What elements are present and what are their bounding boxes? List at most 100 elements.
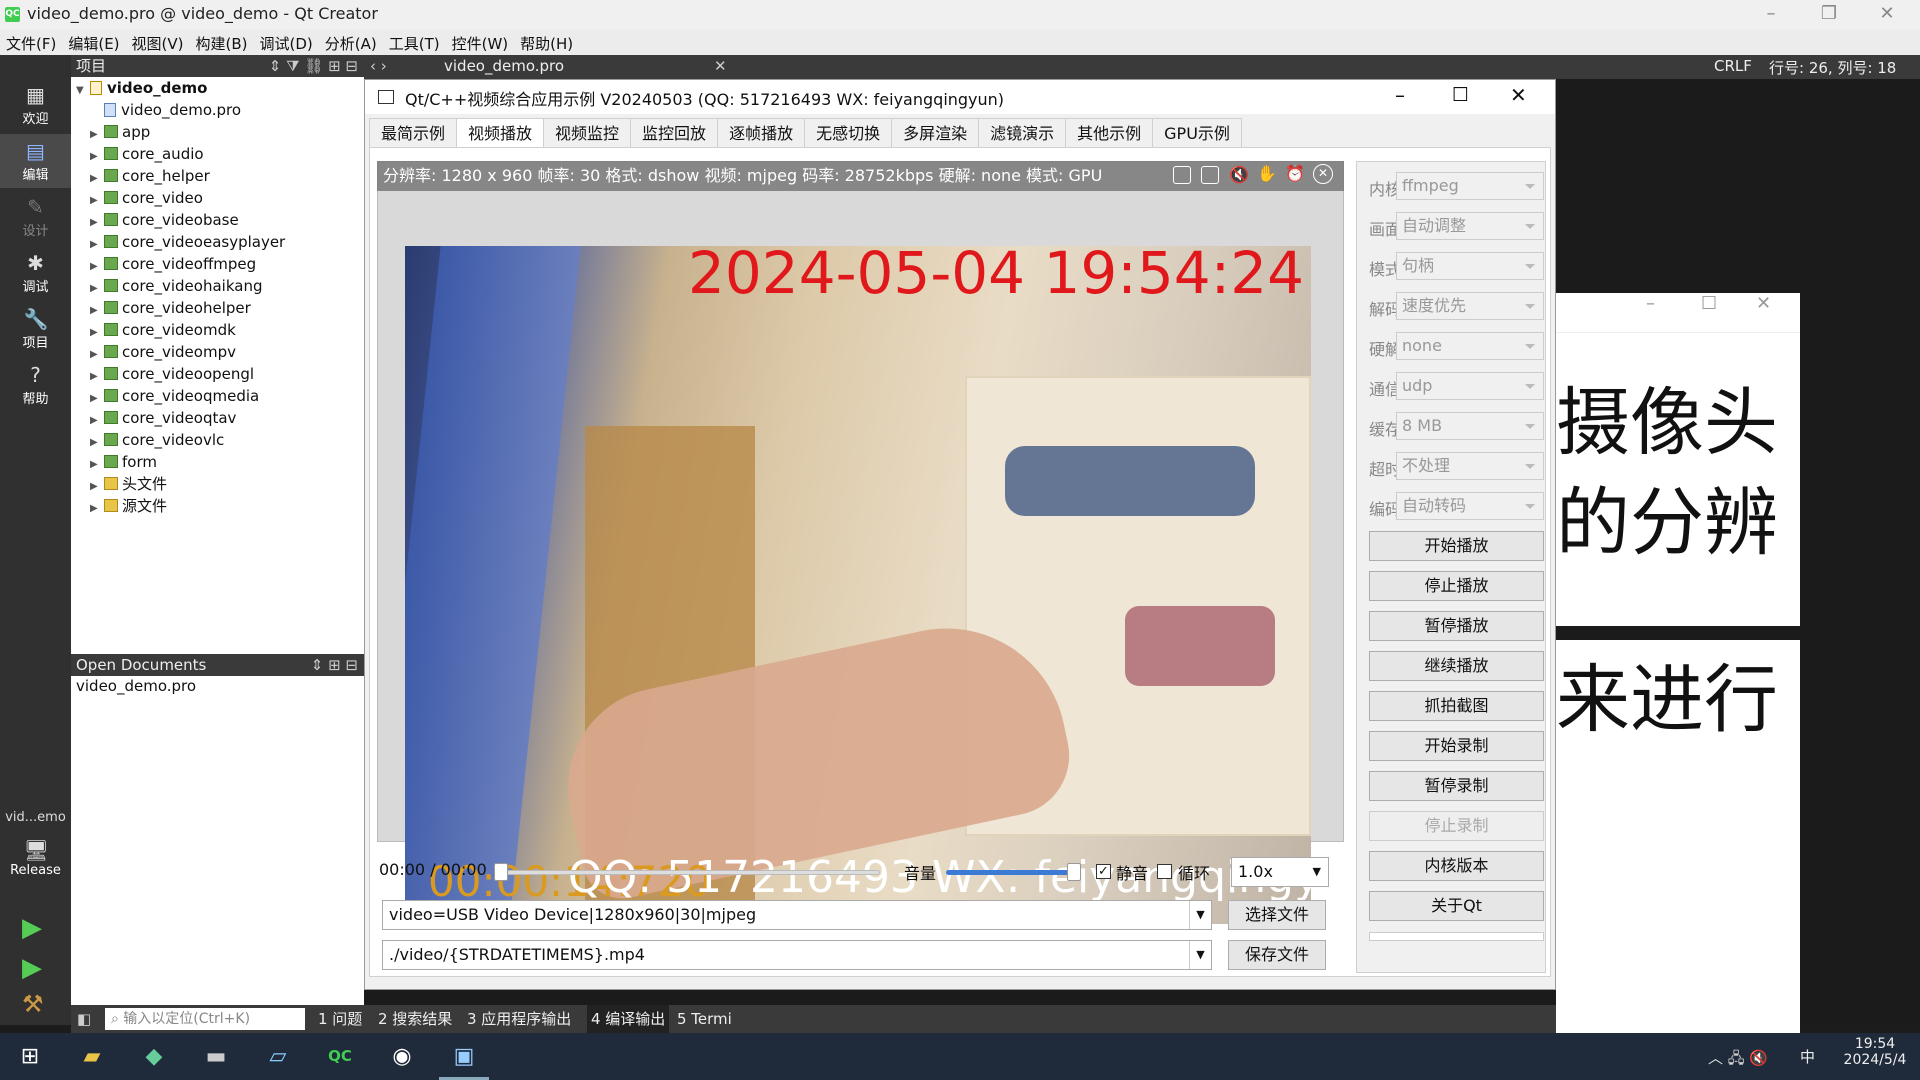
tray-icons[interactable]: ︿ 🖧 🔇: [1708, 1047, 1768, 1073]
menu-build[interactable]: 构建(B): [190, 29, 254, 54]
tree-item[interactable]: ▶ core_video: [76, 187, 364, 209]
progress-handle[interactable]: [494, 863, 508, 881]
menu-help[interactable]: 帮助(H): [514, 29, 579, 54]
tree-item[interactable]: ▶ core_videoopengl: [76, 363, 364, 385]
menu-debug[interactable]: 调试(D): [254, 29, 319, 54]
setting-hw-select[interactable]: none: [1396, 332, 1544, 360]
tab-seamless[interactable]: 无感切换: [804, 118, 893, 147]
doc-maximize-icon[interactable]: ☐: [1701, 293, 1717, 314]
tree-item[interactable]: ▶ form: [76, 451, 364, 473]
ime-indicator[interactable]: 中: [1800, 1046, 1815, 1067]
stop-record-button[interactable]: 停止录制: [1369, 811, 1544, 841]
tab-multi-screen[interactable]: 多屏渲染: [891, 118, 980, 147]
qq-icon[interactable]: ◉: [377, 1033, 427, 1080]
locator-input[interactable]: ⌕ 输入以定位(Ctrl+K): [105, 1008, 305, 1030]
menu-file[interactable]: 文件(F): [0, 29, 62, 54]
build-icon[interactable]: ⚒: [22, 990, 44, 1018]
setting-core-select[interactable]: ffmpeg: [1396, 172, 1544, 200]
line-ending[interactable]: CRLF: [1714, 57, 1752, 75]
pause-record-button[interactable]: 暂停录制: [1369, 771, 1544, 801]
tree-item[interactable]: ▶ core_videoqtav: [76, 407, 364, 429]
nav-back-icon[interactable]: ‹ ›: [370, 57, 387, 75]
run-icon[interactable]: ▶: [22, 913, 42, 943]
setting-timeout-select[interactable]: 不处理: [1396, 452, 1544, 480]
setting-scale-select[interactable]: 自动调整: [1396, 212, 1544, 240]
explorer-icon[interactable]: ▰: [67, 1033, 117, 1080]
tab-other[interactable]: 其他示例: [1065, 118, 1154, 147]
setting-cache-select[interactable]: 8 MB: [1396, 412, 1544, 440]
tab-gpu[interactable]: GPU示例: [1152, 118, 1242, 147]
tab-search-results[interactable]: 2 搜索结果: [378, 1005, 452, 1033]
tree-item[interactable]: ▶ core_videovlc: [76, 429, 364, 451]
tab-compile-output[interactable]: 4 编译输出: [587, 1005, 670, 1033]
tab-video-play[interactable]: 视频播放: [456, 118, 545, 149]
debug-run-icon[interactable]: ▶: [22, 953, 42, 983]
snapshot-icon[interactable]: [1173, 166, 1191, 184]
save-path-input[interactable]: ./video/{STRDATETIMEMS}.mp4 ▼: [382, 940, 1212, 970]
tab-frame-play[interactable]: 逐帧播放: [717, 118, 806, 147]
tree-item[interactable]: ▶ core_videompv: [76, 341, 364, 363]
tree-item[interactable]: ▶ 头文件: [76, 473, 364, 495]
mode-design[interactable]: ✎ 设计: [0, 190, 71, 244]
mode-projects[interactable]: 🔧 项目: [0, 302, 71, 356]
resume-play-button[interactable]: 继续播放: [1369, 651, 1544, 681]
tree-item[interactable]: ▶ core_videoeasyplayer: [76, 231, 364, 253]
tree-item[interactable]: ▶ core_videomdk: [76, 319, 364, 341]
url-input[interactable]: video=USB Video Device|1280x960|30|mjpeg…: [382, 900, 1212, 930]
volume-slider[interactable]: [946, 870, 1073, 875]
clock[interactable]: 19:54 2024/5/4: [1842, 1036, 1908, 1068]
core-version-button[interactable]: 内核版本: [1369, 851, 1544, 881]
pause-play-button[interactable]: 暂停播放: [1369, 611, 1544, 641]
setting-encode-select[interactable]: 自动转码: [1396, 492, 1544, 520]
tab-video-monitor[interactable]: 视频监控: [543, 118, 632, 147]
progress-slider[interactable]: [500, 870, 880, 875]
tree-item[interactable]: ▶ core_videobase: [76, 209, 364, 231]
tab-issues[interactable]: 1 问题: [318, 1005, 362, 1033]
tab-app-output[interactable]: 3 应用程序输出: [467, 1005, 571, 1033]
close-icon[interactable]: ✕: [1858, 0, 1916, 29]
video-widget[interactable]: 2024-05-04 19:54:24 00:00:14:720 QQ: 517…: [377, 161, 1376, 924]
start-record-button[interactable]: 开始录制: [1369, 731, 1544, 761]
tree-item[interactable]: ▶ core_helper: [76, 165, 364, 187]
tree-item[interactable]: ▶ core_videohelper: [76, 297, 364, 319]
mode-edit[interactable]: ▤ 编辑: [0, 134, 71, 188]
tree-item[interactable]: ▶ 源文件: [76, 495, 364, 517]
tree-item[interactable]: ▶ app: [76, 121, 364, 143]
mode-help[interactable]: ? 帮助: [0, 358, 71, 412]
close-doc-icon[interactable]: ✕: [714, 57, 727, 75]
start-icon[interactable]: ⊞: [5, 1033, 55, 1080]
tree-item[interactable]: ▶ core_videohaikang: [76, 275, 364, 297]
stop-play-button[interactable]: 停止播放: [1369, 571, 1544, 601]
menu-widgets[interactable]: 控件(W): [446, 29, 515, 54]
toggle-sidebar-icon[interactable]: ◧: [77, 1005, 91, 1033]
snapshot-button[interactable]: 抓拍截图: [1369, 691, 1544, 721]
close-video-icon[interactable]: ✕: [1313, 164, 1333, 184]
about-qt-button[interactable]: 关于Qt: [1369, 891, 1544, 921]
setting-decode-select[interactable]: 速度优先: [1396, 292, 1544, 320]
start-play-button[interactable]: 开始播放: [1369, 531, 1544, 561]
setting-mode-select[interactable]: 句柄: [1396, 252, 1544, 280]
menu-edit[interactable]: 编辑(E): [62, 29, 125, 54]
terminal-icon[interactable]: ▬: [191, 1033, 241, 1080]
speed-select[interactable]: 1.0x ▼: [1231, 857, 1329, 887]
menu-analyze[interactable]: 分析(A): [319, 29, 383, 54]
mode-welcome[interactable]: ▦ 欢迎: [0, 78, 71, 132]
tree-item-pro[interactable]: video_demo.pro: [76, 99, 364, 121]
chevron-down-icon[interactable]: ▼: [1189, 901, 1211, 929]
menu-view[interactable]: 视图(V): [126, 29, 190, 54]
tree-item[interactable]: ▶ core_videoffmpeg: [76, 253, 364, 275]
mute-icon[interactable]: 🔇: [1229, 165, 1249, 184]
tree-item[interactable]: ▶ core_videoqmedia: [76, 385, 364, 407]
mute-checkbox[interactable]: ✓: [1096, 864, 1111, 879]
hand-icon[interactable]: ✋: [1257, 164, 1277, 183]
restore-icon[interactable]: ❐: [1800, 0, 1858, 29]
setting-transport-select[interactable]: udp: [1396, 372, 1544, 400]
alarm-icon[interactable]: ⏰: [1285, 164, 1305, 183]
tree-item[interactable]: ▶ core_audio: [76, 143, 364, 165]
choose-file-button[interactable]: 选择文件: [1228, 900, 1326, 930]
qt-creator-taskbar-icon[interactable]: QC: [315, 1033, 365, 1080]
app-close-icon[interactable]: ✕: [1510, 83, 1527, 107]
kit-selector[interactable]: 🖥 Release: [0, 833, 71, 887]
menu-tools[interactable]: 工具(T): [383, 29, 446, 54]
tab-filter[interactable]: 滤镜演示: [978, 118, 1067, 147]
